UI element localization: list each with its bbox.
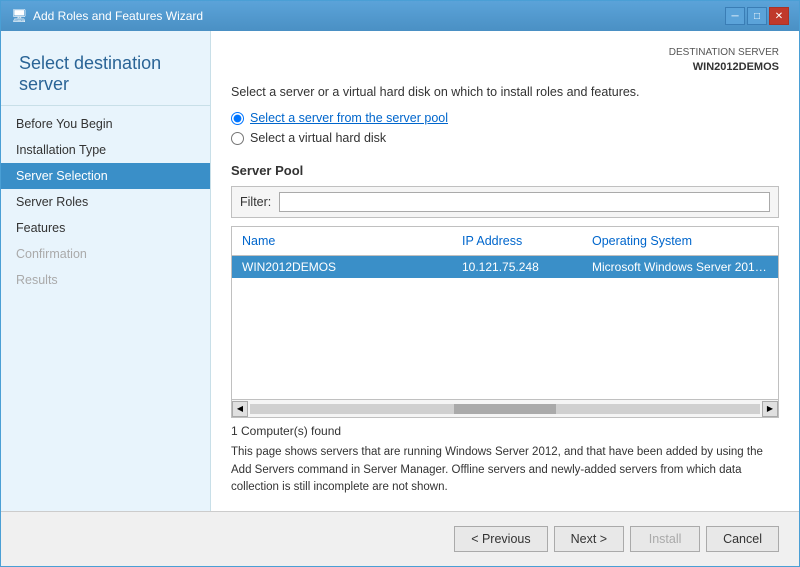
- instruction-text: Select a server or a virtual hard disk o…: [231, 85, 779, 99]
- sidebar-item-server-roles[interactable]: Server Roles: [1, 189, 210, 215]
- empty-table-area: [232, 278, 778, 328]
- scroll-left-button[interactable]: ◀: [232, 401, 248, 417]
- filter-input[interactable]: [279, 192, 770, 212]
- table-body: WIN2012DEMOS 10.121.75.248 Microsoft Win…: [232, 256, 778, 399]
- title-buttons: ─ □ ✕: [725, 7, 789, 25]
- radio-group: Select a server from the server pool Sel…: [231, 111, 779, 151]
- content-area: Select destination server Before You Beg…: [1, 31, 799, 511]
- filter-label: Filter:: [240, 195, 271, 209]
- radio-vhd-label[interactable]: Select a virtual hard disk: [250, 131, 386, 145]
- cancel-button[interactable]: Cancel: [706, 526, 779, 552]
- scrollbar-thumb[interactable]: [454, 404, 556, 414]
- scrollbar-track[interactable]: [250, 404, 760, 414]
- cell-ip: 10.121.75.248: [452, 256, 582, 278]
- sidebar-item-installation-type[interactable]: Installation Type: [1, 137, 210, 163]
- info-text: This page shows servers that are running…: [231, 444, 779, 496]
- bottom-bar: < Previous Next > Install Cancel: [1, 511, 799, 566]
- title-bar-left: 🖥 Add Roles and Features Wizard: [11, 8, 203, 24]
- sidebar-item-results: Results: [1, 267, 210, 293]
- sidebar-item-confirmation: Confirmation: [1, 241, 210, 267]
- window-icon: 🖥: [11, 8, 27, 24]
- sidebar-item-features[interactable]: Features: [1, 215, 210, 241]
- scroll-right-button[interactable]: ▶: [762, 401, 778, 417]
- page-title: Select destination server: [19, 53, 192, 95]
- dest-server-label: DESTINATION SERVER: [231, 46, 779, 60]
- maximize-button[interactable]: □: [747, 7, 767, 25]
- radio-server-pool-label[interactable]: Select a server from the server pool: [250, 111, 448, 125]
- col-name[interactable]: Name: [232, 231, 452, 251]
- cell-os: Microsoft Windows Server 2012 Release Ca…: [582, 256, 778, 278]
- server-pool-section-label: Server Pool: [231, 163, 779, 178]
- sidebar: Select destination server Before You Beg…: [1, 31, 211, 511]
- col-ip[interactable]: IP Address: [452, 231, 582, 251]
- dest-server-name: WIN2012DEMOS: [231, 60, 779, 75]
- sidebar-item-server-selection[interactable]: Server Selection: [1, 163, 210, 189]
- col-os[interactable]: Operating System: [582, 231, 778, 251]
- previous-button[interactable]: < Previous: [454, 526, 547, 552]
- cell-name: WIN2012DEMOS: [232, 256, 452, 278]
- table-header: Name IP Address Operating System: [232, 227, 778, 256]
- radio-server-pool[interactable]: Select a server from the server pool: [231, 111, 779, 125]
- main-content: DESTINATION SERVER WIN2012DEMOS Select a…: [211, 31, 799, 511]
- filter-row: Filter:: [231, 186, 779, 218]
- radio-vhd[interactable]: Select a virtual hard disk: [231, 131, 779, 145]
- wizard-window: 🖥 Add Roles and Features Wizard ─ □ ✕ Se…: [0, 0, 800, 567]
- minimize-button[interactable]: ─: [725, 7, 745, 25]
- count-text: 1 Computer(s) found: [231, 424, 779, 438]
- window-title: Add Roles and Features Wizard: [33, 9, 203, 23]
- table-row[interactable]: WIN2012DEMOS 10.121.75.248 Microsoft Win…: [232, 256, 778, 278]
- sidebar-item-before-you-begin[interactable]: Before You Begin: [1, 111, 210, 137]
- horizontal-scrollbar[interactable]: ◀ ▶: [231, 400, 779, 418]
- close-button[interactable]: ✕: [769, 7, 789, 25]
- title-bar: 🖥 Add Roles and Features Wizard ─ □ ✕: [1, 1, 799, 31]
- next-button[interactable]: Next >: [554, 526, 624, 552]
- install-button[interactable]: Install: [630, 526, 700, 552]
- dest-server-info: DESTINATION SERVER WIN2012DEMOS: [231, 46, 779, 75]
- server-table: Name IP Address Operating System WIN2012…: [231, 226, 779, 400]
- page-title-area: Select destination server: [1, 41, 210, 106]
